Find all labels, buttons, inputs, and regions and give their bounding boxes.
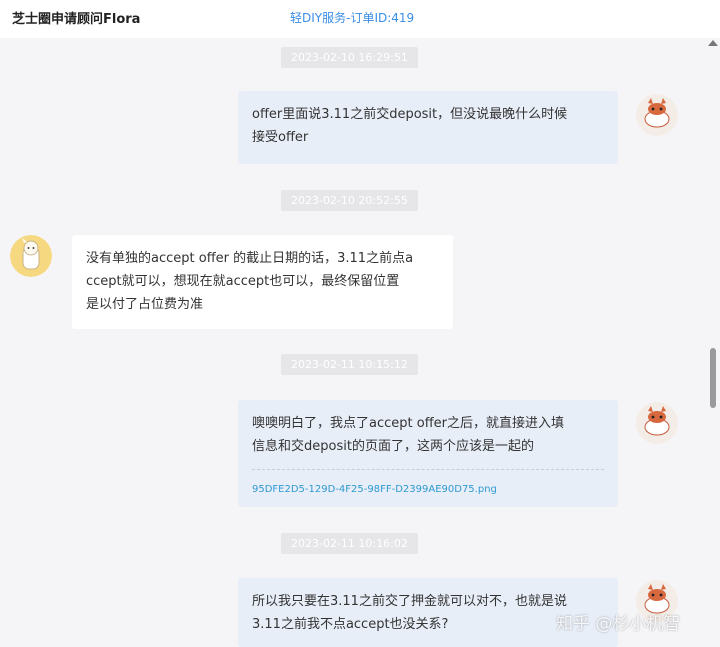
timestamp: 2023-02-11 10:16:02 [281, 533, 418, 554]
message-line: 信息和交deposit的页面了，这两个应该是一起的 [252, 439, 534, 454]
message-line: offer里面说3.11之前交deposit，但没说最晚什么时候 [252, 107, 568, 122]
scrollbar-thumb[interactable] [710, 348, 716, 408]
message-line: 接受offer [252, 130, 309, 145]
attachment-link[interactable]: 95DFE2D5-129D-4F25-98FF-D2399AE90D75.png [252, 469, 604, 501]
timestamp: 2023-02-11 10:15:12 [281, 354, 418, 375]
message-bubble[interactable]: 噢噢明白了，我点了accept offer之后，就直接进入填 信息和交depos… [238, 400, 618, 507]
message-line: 3.11之前我不点accept也没关系? [252, 617, 449, 632]
watermark: 知乎 @杉小机智 [556, 614, 681, 634]
message-line: 是以付了占位费为准 [86, 297, 204, 312]
message-bubble[interactable]: 没有单独的accept offer 的截止日期的话，3.11之前点a ccept… [72, 235, 453, 329]
message-line: 没有单独的accept offer 的截止日期的话，3.11之前点a [86, 251, 414, 266]
order-link[interactable]: 轻DIY服务-订单ID:419 [290, 9, 414, 26]
timestamp: 2023-02-10 16:29:51 [281, 47, 418, 68]
timestamp: 2023-02-10 20:52:55 [281, 190, 418, 211]
advisor-avatar-icon[interactable] [10, 235, 52, 277]
message-bubble[interactable]: offer里面说3.11之前交deposit，但没说最晚什么时候 接受offer [238, 91, 618, 164]
message-line: 所以我只要在3.11之前交了押金就可以对不，也就是说 [252, 594, 567, 609]
scroll-up-arrow[interactable] [708, 40, 718, 46]
message-line: ccept就可以，想现在就accept也可以，最终保留位置 [86, 274, 400, 289]
user-avatar-icon[interactable] [636, 94, 678, 136]
chat-title: 芝士圈申请顾问Flora [12, 12, 141, 27]
chat-header: 芝士圈申请顾问Flora 轻DIY服务-订单ID:419 [0, 0, 720, 38]
message-line: 噢噢明白了，我点了accept offer之后，就直接进入填 [252, 416, 564, 431]
user-avatar-icon[interactable] [636, 402, 678, 444]
